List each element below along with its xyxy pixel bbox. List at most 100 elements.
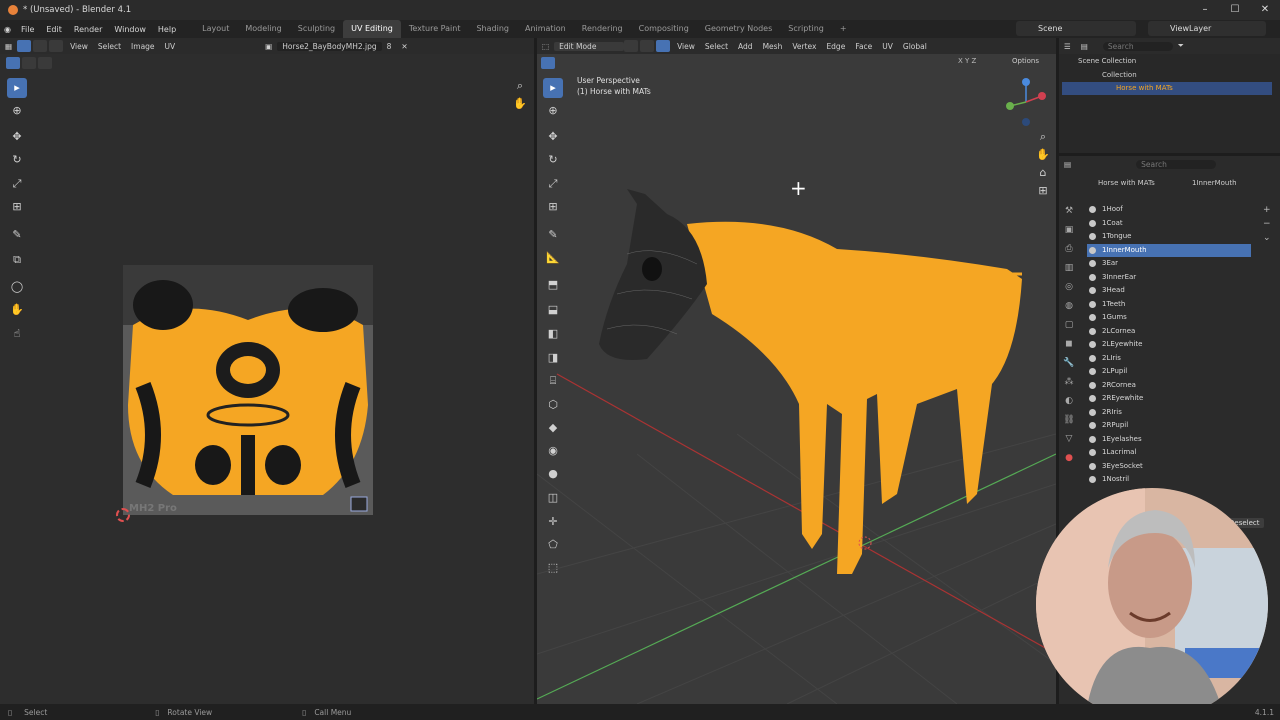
output-tab-icon[interactable]: ⎙: [1062, 240, 1076, 259]
material-slot-item[interactable]: 1Hoof: [1087, 203, 1251, 216]
object-tab-icon[interactable]: ◼: [1062, 335, 1076, 354]
filter-icon[interactable]: ⏷: [1173, 41, 1189, 51]
vp-menu-uv[interactable]: UV: [877, 42, 898, 51]
vp-menu-select[interactable]: Select: [700, 42, 733, 51]
close-image-icon[interactable]: ✕: [396, 42, 412, 51]
object-row[interactable]: Horse with MATs: [1062, 82, 1272, 95]
scale-icon[interactable]: ⤢: [7, 174, 27, 194]
viewport-type-icon[interactable]: ⬚: [537, 42, 554, 51]
menu-edit[interactable]: Edit: [40, 25, 68, 34]
uv-menu-image[interactable]: Image: [126, 42, 160, 51]
editor-type-icon[interactable]: ▦: [0, 42, 17, 51]
grab-icon[interactable]: ◯: [7, 277, 27, 297]
select-box-icon[interactable]: ▸: [7, 78, 27, 98]
image-name-field[interactable]: Horse2_BayBodyMH2.jpg: [277, 41, 382, 51]
tool-tab-icon[interactable]: ⚒: [1062, 202, 1076, 221]
tab-scripting[interactable]: Scripting: [780, 20, 832, 38]
display-mode-icon[interactable]: ▤: [1076, 42, 1093, 51]
outliner-type-icon[interactable]: ☰: [1059, 42, 1076, 51]
material-slot-item[interactable]: 1Eyelashes: [1087, 433, 1251, 446]
material-tab-icon[interactable]: ●: [1062, 449, 1076, 468]
remove-slot-icon[interactable]: −: [1263, 217, 1271, 231]
material-slot-item[interactable]: 2RPupil: [1087, 419, 1251, 432]
material-slot-item[interactable]: 2LIris: [1087, 352, 1251, 365]
constraints-tab-icon[interactable]: ⛓: [1062, 411, 1076, 430]
tab-geometry-nodes[interactable]: Geometry Nodes: [697, 20, 780, 38]
particles-tab-icon[interactable]: ⁂: [1062, 373, 1076, 392]
view-layer-selector[interactable]: ViewLayer: [1148, 21, 1266, 36]
menu-file[interactable]: File: [15, 25, 40, 34]
material-slot-item[interactable]: 2LEyewhite: [1087, 338, 1251, 351]
2d-cursor-icon[interactable]: [116, 508, 130, 522]
relax-icon[interactable]: ✋: [7, 300, 27, 320]
transform-icon[interactable]: ⊞: [7, 197, 27, 217]
pan-hand-icon[interactable]: ✋: [510, 94, 530, 114]
vp-menu-add[interactable]: Add: [733, 42, 758, 51]
add-workspace-button[interactable]: +: [832, 20, 855, 38]
modifier-tab-icon[interactable]: 🔧: [1062, 354, 1076, 373]
material-slot-item[interactable]: 2RIris: [1087, 406, 1251, 419]
mode-selector[interactable]: Edit Mode: [554, 41, 625, 51]
tab-rendering[interactable]: Rendering: [574, 20, 631, 38]
material-slot-item[interactable]: 3Ear: [1087, 257, 1251, 270]
tab-layout[interactable]: Layout: [194, 20, 237, 38]
scene-collection-row[interactable]: Scene Collection: [1062, 55, 1272, 68]
blender-menu-icon[interactable]: ◉: [0, 25, 15, 34]
outliner-search-input[interactable]: Search: [1102, 41, 1173, 51]
move-icon[interactable]: ✥: [7, 127, 27, 147]
transform-orientation[interactable]: Global: [898, 42, 932, 51]
vp-menu-edge[interactable]: Edge: [821, 42, 850, 51]
tab-shading[interactable]: Shading: [468, 20, 517, 38]
material-slot-item[interactable]: 2RCornea: [1087, 379, 1251, 392]
maximize-button[interactable]: ☐: [1220, 0, 1250, 20]
vp-menu-view[interactable]: View: [672, 42, 700, 51]
tab-modeling[interactable]: Modeling: [237, 20, 289, 38]
uv-menu-view[interactable]: View: [65, 42, 93, 51]
material-slot-item[interactable]: 2REyewhite: [1087, 392, 1251, 405]
material-slot-item[interactable]: 3InnerEar: [1087, 271, 1251, 284]
image-browse-icon[interactable]: ▣: [260, 42, 277, 51]
material-slot-item[interactable]: 1Tongue: [1087, 230, 1251, 243]
navigation-gizmo[interactable]: [1002, 76, 1050, 128]
material-slot-item[interactable]: 1Nostril: [1087, 473, 1251, 486]
material-slot-item[interactable]: 1Coat: [1087, 217, 1251, 230]
rotate-icon[interactable]: ↻: [7, 150, 27, 170]
camera-icon[interactable]: ⌂: [1033, 163, 1053, 183]
physics-tab-icon[interactable]: ◐: [1062, 392, 1076, 411]
collection-tab-icon[interactable]: ▢: [1062, 316, 1076, 335]
menu-render[interactable]: Render: [68, 25, 108, 34]
view-layer-tab-icon[interactable]: ▥: [1062, 259, 1076, 278]
uv-menu-uv[interactable]: UV: [160, 42, 181, 51]
world-tab-icon[interactable]: ◍: [1062, 297, 1076, 316]
tab-sculpting[interactable]: Sculpting: [290, 20, 343, 38]
material-slot-item[interactable]: 1Gums: [1087, 311, 1251, 324]
slot-menu-icon[interactable]: ⌄: [1263, 231, 1271, 245]
collection-row[interactable]: Collection: [1062, 69, 1272, 82]
tab-compositing[interactable]: Compositing: [631, 20, 697, 38]
vp-pan-icon[interactable]: ✋: [1033, 145, 1053, 165]
data-tab-icon[interactable]: ▽: [1062, 430, 1076, 449]
properties-search-input[interactable]: Search: [1136, 159, 1217, 169]
minimize-button[interactable]: –: [1190, 0, 1220, 20]
tab-uv-editing[interactable]: UV Editing: [343, 20, 401, 38]
material-slot-item[interactable]: 3Head: [1087, 284, 1251, 297]
pinch-icon[interactable]: ☝: [7, 324, 27, 344]
uv-menu-select[interactable]: Select: [93, 42, 126, 51]
vp-menu-mesh[interactable]: Mesh: [758, 42, 788, 51]
material-slot-item[interactable]: 1Lacrimal: [1087, 446, 1251, 459]
annotate-icon[interactable]: ✎: [7, 225, 27, 245]
close-window-button[interactable]: ✕: [1250, 0, 1280, 20]
material-slot-item[interactable]: 1Teeth: [1087, 298, 1251, 311]
properties-type-icon[interactable]: ▤: [1059, 160, 1076, 169]
cursor-icon[interactable]: ⊕: [7, 101, 27, 121]
material-slot-item[interactable]: 3EyeSocket: [1087, 460, 1251, 473]
rip-icon[interactable]: ⧉: [7, 250, 27, 270]
vp-menu-face[interactable]: Face: [850, 42, 877, 51]
vp-menu-vertex[interactable]: Vertex: [787, 42, 821, 51]
scene-tab-icon[interactable]: ◎: [1062, 278, 1076, 297]
add-slot-icon[interactable]: +: [1263, 203, 1271, 217]
tab-texture-paint[interactable]: Texture Paint: [401, 20, 469, 38]
tab-animation[interactable]: Animation: [517, 20, 574, 38]
menu-help[interactable]: Help: [152, 25, 182, 34]
material-slot-item[interactable]: 2LPupil: [1087, 365, 1251, 378]
